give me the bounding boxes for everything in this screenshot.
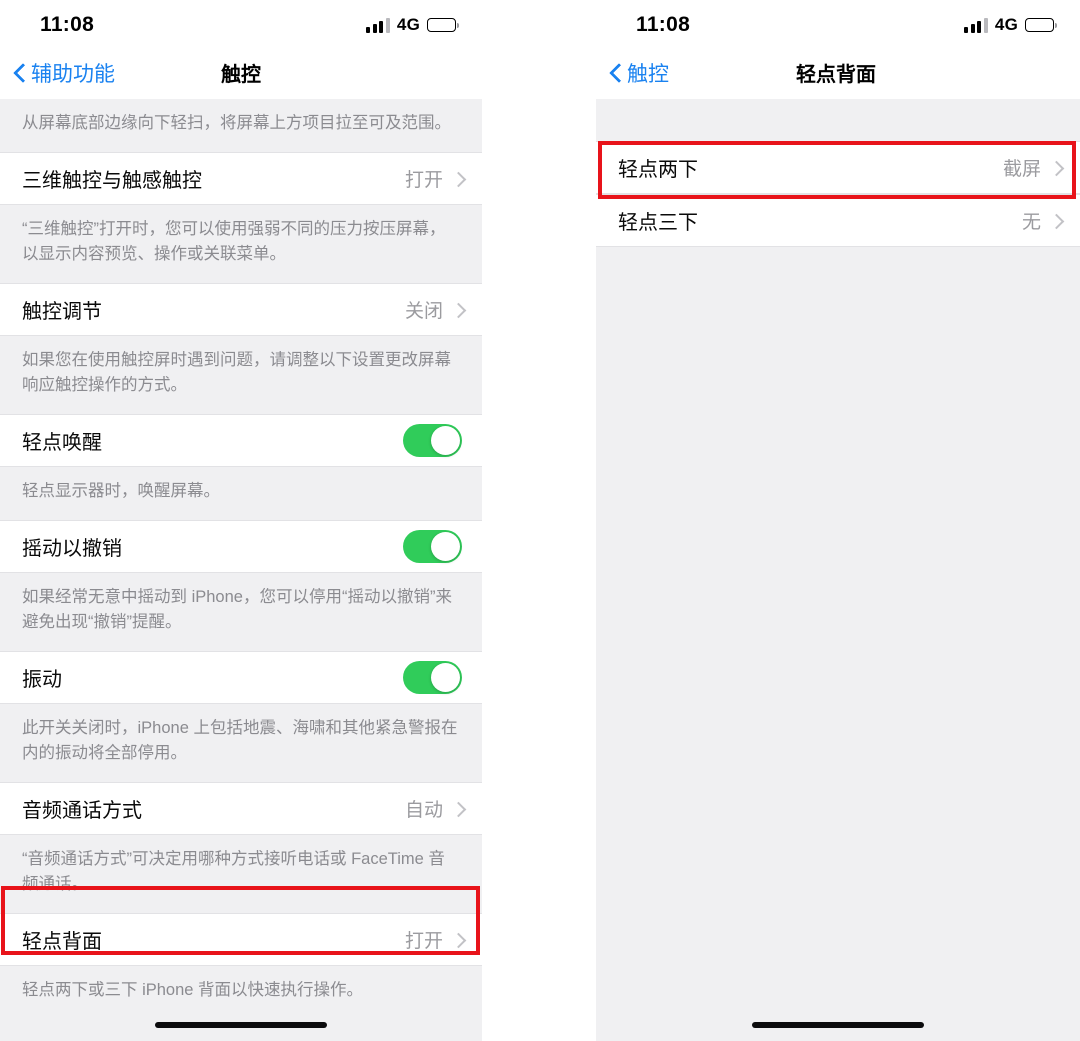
note-call-audio-routing: “音频通话方式”可决定用哪种方式接听电话或 FaceTime 音频通话。 xyxy=(0,835,482,913)
back-button-label: 辅助功能 xyxy=(31,62,115,86)
left-nav-bar: 辅助功能 触控 xyxy=(0,46,482,99)
row-triple-tap[interactable]: 轻点三下 无 xyxy=(596,194,1080,247)
row-value: 截屏 xyxy=(1002,159,1041,180)
right-nav-bar: 触控 轻点背面 xyxy=(596,46,1080,99)
row-value: 自动 xyxy=(404,800,443,821)
chevron-right-icon xyxy=(453,932,462,948)
row-title: 触控调节 xyxy=(22,301,102,323)
back-button-accessibility[interactable]: 辅助功能 xyxy=(14,58,115,88)
chevron-right-icon xyxy=(453,801,462,817)
chevron-right-icon xyxy=(453,302,462,318)
network-type-label: 4G xyxy=(396,15,420,34)
list-top-spacer xyxy=(596,99,1080,141)
right-phone-screen: 11:08 4G 触控 轻点背面 轻点两下 截屏 轻点三下 无 xyxy=(596,0,1080,1041)
status-time: 11:08 xyxy=(636,13,691,36)
reachability-note: 从屏幕底部边缘向下轻扫，将屏幕上方项目拉至可及范围。 xyxy=(0,99,482,152)
row-vibration[interactable]: 振动 xyxy=(0,651,482,704)
status-time: 11:08 xyxy=(40,13,95,36)
row-title: 三维触控与触感触控 xyxy=(22,170,202,192)
status-indicators: 4G xyxy=(366,11,460,35)
list-bottom-spacer xyxy=(0,1017,482,1041)
chevron-left-icon xyxy=(14,63,25,82)
row-title: 轻点背面 xyxy=(22,931,102,953)
left-status-bar: 11:08 4G xyxy=(0,0,482,46)
row-title: 振动 xyxy=(22,669,62,691)
note-back-tap: 轻点两下或三下 iPhone 背面以快速执行操作。 xyxy=(0,966,482,1017)
battery-icon xyxy=(427,18,460,32)
chevron-right-icon xyxy=(1051,213,1060,229)
toggle-vibration[interactable] xyxy=(403,661,462,694)
row-value: 无 xyxy=(1021,212,1041,233)
left-phone-screen: 11:08 4G 辅助功能 触控 从屏幕底部边缘向下轻扫，将屏幕上方项目拉至可及… xyxy=(0,0,482,1041)
note-vibration: 此开关关闭时，iPhone 上包括地震、海啸和其他紧急警报在内的振动将全部停用。 xyxy=(0,704,482,782)
chevron-right-icon xyxy=(1051,160,1060,176)
row-double-tap[interactable]: 轻点两下 截屏 xyxy=(596,141,1080,194)
status-indicators: 4G xyxy=(964,11,1058,35)
row-title: 摇动以撤销 xyxy=(22,538,122,560)
cellular-signal-icon xyxy=(964,17,988,33)
row-3d-touch[interactable]: 三维触控与触感触控 打开 xyxy=(0,152,482,205)
chevron-left-icon xyxy=(610,63,621,82)
home-indicator xyxy=(752,1022,924,1028)
row-call-audio-routing[interactable]: 音频通话方式 自动 xyxy=(0,782,482,835)
row-tap-to-wake[interactable]: 轻点唤醒 xyxy=(0,414,482,467)
row-value: 打开 xyxy=(404,170,443,191)
screenshot-stage: 11:08 4G 辅助功能 触控 从屏幕底部边缘向下轻扫，将屏幕上方项目拉至可及… xyxy=(0,0,1080,1041)
note-tap-to-wake: 轻点显示器时，唤醒屏幕。 xyxy=(0,467,482,520)
cellular-signal-icon xyxy=(366,17,390,33)
row-value: 打开 xyxy=(404,931,443,952)
network-type-label: 4G xyxy=(994,15,1018,34)
left-settings-list: 从屏幕底部边缘向下轻扫，将屏幕上方项目拉至可及范围。 三维触控与触感触控 打开 … xyxy=(0,99,482,1041)
note-3d-touch: “三维触控”打开时，您可以使用强弱不同的压力按压屏幕，以显示内容预览、操作或关联… xyxy=(0,205,482,283)
note-touch-accommodations: 如果您在使用触控屏时遇到问题，请调整以下设置更改屏幕响应触控操作的方式。 xyxy=(0,336,482,414)
row-back-tap[interactable]: 轻点背面 打开 xyxy=(0,913,482,966)
row-shake-to-undo[interactable]: 摇动以撤销 xyxy=(0,520,482,573)
toggle-knob xyxy=(431,426,460,455)
row-touch-accommodations[interactable]: 触控调节 关闭 xyxy=(0,283,482,336)
note-shake-to-undo: 如果经常无意中摇动到 iPhone，您可以停用“摇动以撤销”来避免出现“撤销”提… xyxy=(0,573,482,651)
chevron-right-icon xyxy=(453,171,462,187)
battery-icon xyxy=(1025,18,1058,32)
right-status-bar: 11:08 4G xyxy=(596,0,1080,46)
back-button-label: 触控 xyxy=(627,62,669,86)
toggle-tap-to-wake[interactable] xyxy=(403,424,462,457)
right-settings-list: 轻点两下 截屏 轻点三下 无 xyxy=(596,99,1080,247)
row-title: 轻点三下 xyxy=(618,212,698,234)
row-title: 轻点唤醒 xyxy=(22,432,102,454)
toggle-knob xyxy=(431,663,460,692)
toggle-shake-to-undo[interactable] xyxy=(403,530,462,563)
home-indicator xyxy=(155,1022,327,1028)
row-value: 关闭 xyxy=(404,301,443,322)
row-title: 轻点两下 xyxy=(618,159,698,181)
back-button-touch[interactable]: 触控 xyxy=(610,58,669,88)
row-title: 音频通话方式 xyxy=(22,800,142,822)
toggle-knob xyxy=(431,532,460,561)
